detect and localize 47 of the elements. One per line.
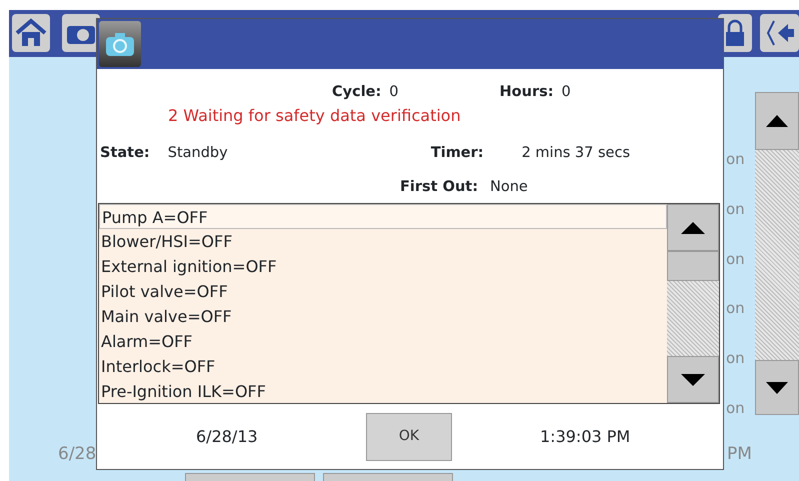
up-arrow-icon [766,115,788,127]
list-item[interactable]: Blower/HSI=OFF [99,229,667,254]
status-text: on [726,248,745,270]
list-item[interactable]: Pump A=OFF [99,204,667,229]
date-text: 6/28/13 [196,426,259,448]
alert-message: 2 Waiting for safety data verification [168,105,461,127]
camera-button[interactable] [62,14,100,52]
list-item[interactable]: Pilot valve=OFF [99,279,667,304]
list-item[interactable]: External ignition=OFF [99,254,667,279]
back-button[interactable] [760,14,799,52]
status-text: on [726,149,745,170]
back-icon [766,19,794,47]
scroll-down-button[interactable] [667,356,719,403]
date-text: 6/28 [58,443,96,466]
time-text: 1:39:03 PM [540,426,630,448]
label: Cycle: [332,83,382,102]
up-arrow-icon [681,222,705,234]
list-item[interactable]: Pre-Ignition ILK=OFF [99,379,667,404]
scroll-up-button[interactable] [667,204,719,251]
status-text: on [726,198,745,220]
value-text: None [490,178,528,197]
home-icon [15,18,47,48]
value-text: 0 [389,83,399,102]
status-text: on [726,398,745,419]
label: State: [100,144,150,163]
ok-button[interactable]: OK [366,412,452,460]
camera-icon [105,31,135,57]
label: Timer: [430,144,484,163]
value-text: 2 mins 37 secs [522,144,630,163]
lock-icon [725,19,745,47]
home-button[interactable] [12,14,50,52]
label: First Out: [400,178,478,197]
value-text: 0 [562,83,571,102]
scroll-down-button[interactable] [755,360,799,415]
down-arrow-icon [766,382,788,394]
camera-button[interactable] [99,21,141,67]
label: Hours: [500,83,554,102]
list-item[interactable]: Main valve=OFF [99,304,667,329]
time-text: PM [727,443,752,466]
value-text: Standby [168,144,228,163]
list-item[interactable]: Interlock=OFF [99,354,667,379]
down-arrow-icon [681,374,705,386]
scroll-up-button[interactable] [755,92,799,150]
status-text: on [726,298,745,320]
scroll-thumb[interactable] [667,251,719,281]
list-item[interactable]: Alarm=OFF [99,329,667,354]
status-text: on [726,348,745,370]
